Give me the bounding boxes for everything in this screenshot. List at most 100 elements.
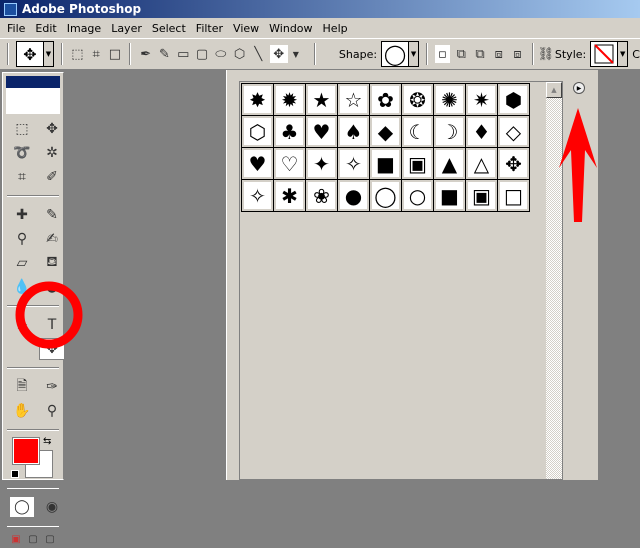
shape-picker[interactable]: ◯ ▼ (381, 41, 420, 67)
crop-tool[interactable]: ⌗ (9, 166, 35, 188)
slice-tool[interactable]: ✐ (39, 166, 65, 188)
clone-stamp-tool[interactable]: ⚲ (9, 228, 35, 250)
move-tool[interactable]: ✥ (39, 118, 65, 140)
chevron-down-icon[interactable]: ▼ (292, 45, 300, 63)
paint-bucket-tool[interactable]: ⛾ (39, 252, 65, 274)
shape-cell[interactable]: ■ (434, 180, 466, 212)
healing-brush-tool[interactable]: ✚ (9, 204, 35, 226)
freeform-pen-icon[interactable]: ✎ (157, 45, 172, 63)
panel-menu-button[interactable]: ▶ (573, 82, 585, 94)
path-selection-tool[interactable]: ➤ (9, 314, 35, 336)
menu-edit[interactable]: Edit (30, 22, 61, 35)
shape-cell[interactable]: ♦ (466, 116, 498, 148)
rounded-rectangle-icon[interactable]: ▢ (195, 45, 210, 63)
link-icon[interactable]: ⛓ (538, 45, 555, 63)
magic-wand-tool[interactable]: ✲ (39, 142, 65, 164)
subtract-shape-icon[interactable]: ⧉ (473, 45, 488, 63)
menu-filter[interactable]: Filter (191, 22, 228, 35)
hand-tool[interactable]: ✋ (9, 400, 35, 422)
shape-cell[interactable]: ✥ (498, 148, 530, 180)
shape-cell[interactable]: ◇ (498, 116, 530, 148)
shape-cell[interactable]: ■ (370, 148, 402, 180)
shape-cell[interactable]: ◯ (370, 180, 402, 212)
shape-cell[interactable]: ⬢ (498, 84, 530, 116)
default-colors-icon[interactable] (11, 470, 19, 478)
shape-cell[interactable]: ✹ (274, 84, 306, 116)
shape-cell[interactable]: ⬡ (242, 116, 274, 148)
shape-cell[interactable]: ◆ (370, 116, 402, 148)
shape-cell[interactable]: ☆ (338, 84, 370, 116)
shape-cell[interactable]: ♥ (306, 116, 338, 148)
eyedropper-tool[interactable]: ✑ (39, 376, 65, 398)
shape-cell[interactable]: ★ (306, 84, 338, 116)
blur-tool[interactable]: 💧 (9, 276, 35, 298)
eraser-tool[interactable]: ▱ (9, 252, 35, 274)
menu-select[interactable]: Select (147, 22, 191, 35)
paths-icon[interactable]: ⌗ (89, 45, 104, 63)
shape-cell[interactable]: ✱ (274, 180, 306, 212)
shape-cell[interactable]: ♡ (274, 148, 306, 180)
quick-mask-mode-icon[interactable]: ◉ (39, 496, 65, 518)
fill-pixels-icon[interactable]: □ (108, 45, 123, 63)
shape-cell[interactable]: ✦ (306, 148, 338, 180)
shape-cell[interactable]: ✺ (434, 84, 466, 116)
shape-cell[interactable]: △ (466, 148, 498, 180)
shape-cell[interactable]: ○ (402, 180, 434, 212)
shape-cell[interactable]: ✧ (338, 148, 370, 180)
standard-screen-mode-icon[interactable]: ▣ (9, 532, 23, 546)
shape-cell[interactable]: ✷ (466, 84, 498, 116)
shape-cell[interactable]: ♠ (338, 116, 370, 148)
menu-file[interactable]: File (2, 22, 30, 35)
lasso-tool[interactable]: ➰ (9, 142, 35, 164)
pen-icon[interactable]: ✒ (138, 45, 153, 63)
scrollbar[interactable]: ▲ (546, 82, 562, 479)
ellipse-icon[interactable]: ⬭ (213, 45, 228, 63)
scroll-up-button[interactable]: ▲ (546, 82, 562, 98)
exclude-shape-icon[interactable]: ⧈ (510, 45, 525, 63)
menu-help[interactable]: Help (318, 22, 353, 35)
menu-layer[interactable]: Layer (106, 22, 147, 35)
menu-window[interactable]: Window (264, 22, 317, 35)
marquee-tool[interactable]: ⬚ (9, 118, 35, 140)
intersect-shape-icon[interactable]: ⧈ (491, 45, 506, 63)
rectangle-icon[interactable]: ▭ (176, 45, 191, 63)
polygon-icon[interactable]: ⬡ (232, 45, 247, 63)
tool-preset-picker[interactable]: ✥ ▼ (16, 41, 54, 67)
dodge-tool[interactable]: ● (39, 276, 65, 298)
shape-cell[interactable]: ✸ (242, 84, 274, 116)
style-picker[interactable]: ▼ (590, 41, 629, 67)
shape-layers-icon[interactable]: ⬚ (70, 45, 85, 63)
shape-cell[interactable]: ● (338, 180, 370, 212)
standard-mode-icon[interactable]: ◯ (9, 496, 35, 518)
shape-cell[interactable]: ▣ (466, 180, 498, 212)
shape-cell[interactable]: ♣ (274, 116, 306, 148)
shape-preset-icon: ▲ (436, 150, 463, 177)
shape-cell[interactable]: ✧ (242, 180, 274, 212)
custom-shape-tool-icon[interactable]: ✥ (269, 45, 288, 63)
menu-view[interactable]: View (228, 22, 264, 35)
shape-cell[interactable]: ✿ (370, 84, 402, 116)
shape-cell[interactable]: ☽ (434, 116, 466, 148)
shape-cell[interactable]: □ (498, 180, 530, 212)
history-brush-tool[interactable]: ✍ (39, 228, 65, 250)
foreground-color-swatch[interactable] (12, 437, 40, 465)
shape-cell[interactable]: ☾ (402, 116, 434, 148)
type-tool[interactable]: T (39, 314, 65, 336)
zoom-tool[interactable]: ⚲ (39, 400, 65, 422)
menu-image[interactable]: Image (62, 22, 106, 35)
shape-cell[interactable]: ▣ (402, 148, 434, 180)
create-new-shape-icon[interactable]: ▫ (435, 45, 450, 63)
brush-tool[interactable]: ✎ (39, 204, 65, 226)
swap-colors-icon[interactable]: ⇆ (43, 436, 51, 447)
shape-cell[interactable]: ▲ (434, 148, 466, 180)
full-screen-menu-mode-icon[interactable]: ▢ (26, 532, 40, 546)
full-screen-mode-icon[interactable]: ▢ (43, 532, 57, 546)
custom-shape-tool[interactable]: ✥ (39, 338, 65, 360)
shape-cell[interactable]: ❂ (402, 84, 434, 116)
shape-cell[interactable]: ❀ (306, 180, 338, 212)
gripper[interactable] (7, 43, 9, 65)
line-icon[interactable]: ╲ (251, 45, 266, 63)
notes-tool[interactable]: 🗎 (9, 376, 35, 398)
shape-cell[interactable]: ♥ (242, 148, 274, 180)
add-to-shape-icon[interactable]: ⧉ (454, 45, 469, 63)
